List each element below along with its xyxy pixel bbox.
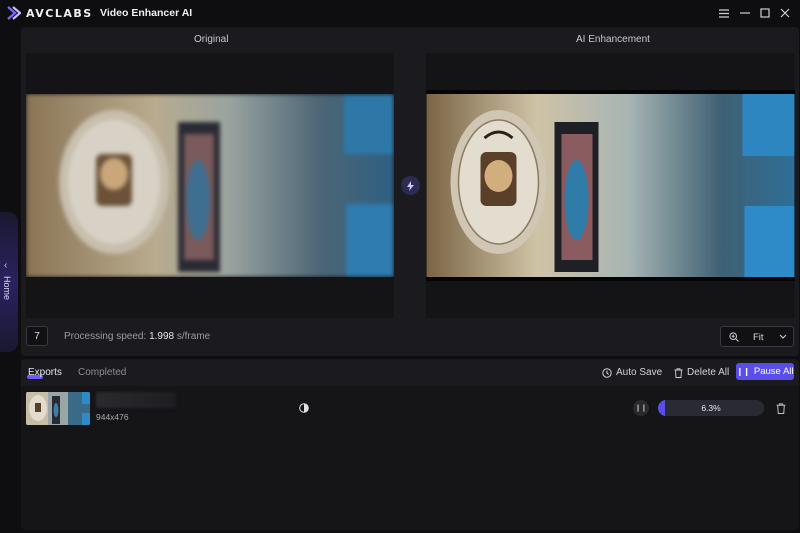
export-progress-bar: 6.3%: [658, 400, 764, 416]
bolt-icon: [407, 180, 414, 191]
title-bar: AVCLABS Video Enhancer AI: [0, 0, 800, 26]
video-resolution: 944x476: [96, 412, 129, 422]
minimize-icon[interactable]: [737, 5, 753, 21]
brand-name: AVCLABS: [26, 7, 93, 20]
chevron-down-icon: [779, 334, 787, 339]
compare-toggle-button[interactable]: [401, 176, 420, 195]
app-title: Video Enhancer AI: [100, 7, 193, 19]
close-icon[interactable]: [777, 5, 793, 21]
auto-save-icon: [602, 367, 612, 378]
delete-item-icon[interactable]: [776, 403, 786, 414]
zoom-icon: [729, 332, 739, 342]
pause-all-button[interactable]: ❙❙ Pause All: [736, 363, 794, 380]
file-name-redacted: [96, 392, 176, 408]
progress-percent: 6.3%: [701, 403, 721, 413]
enhanced-video-frame: [426, 90, 795, 281]
zoom-select[interactable]: Fit: [720, 326, 794, 347]
video-thumbnail: [26, 392, 90, 425]
menu-icon[interactable]: [716, 5, 732, 21]
home-side-tab[interactable]: ‹ Home: [0, 212, 18, 352]
delete-all-button[interactable]: Delete All: [674, 367, 729, 378]
contrast-icon: [299, 403, 309, 413]
original-title: Original: [194, 34, 229, 45]
avclabs-logo-icon: [7, 6, 21, 20]
pause-icon: ❙❙: [736, 367, 750, 376]
trash-icon: [674, 367, 683, 378]
tab-completed[interactable]: Completed: [78, 367, 126, 378]
zoom-value: Fit: [753, 332, 764, 343]
processing-speed: Processing speed: 1.998 s/frame: [64, 331, 211, 342]
chevron-left-icon: ‹: [4, 260, 8, 271]
ai-enhancement-title: AI Enhancement: [576, 34, 650, 45]
frame-number-box[interactable]: 7: [26, 326, 48, 346]
original-video-frame: [26, 94, 394, 277]
auto-save-button[interactable]: Auto Save: [602, 367, 662, 378]
tab-exports[interactable]: Exports: [28, 367, 62, 378]
maximize-icon[interactable]: [757, 5, 773, 21]
item-pause-button[interactable]: ❙❙: [633, 400, 649, 416]
home-label: Home: [2, 276, 12, 301]
pause-icon: ❙❙: [635, 405, 647, 412]
